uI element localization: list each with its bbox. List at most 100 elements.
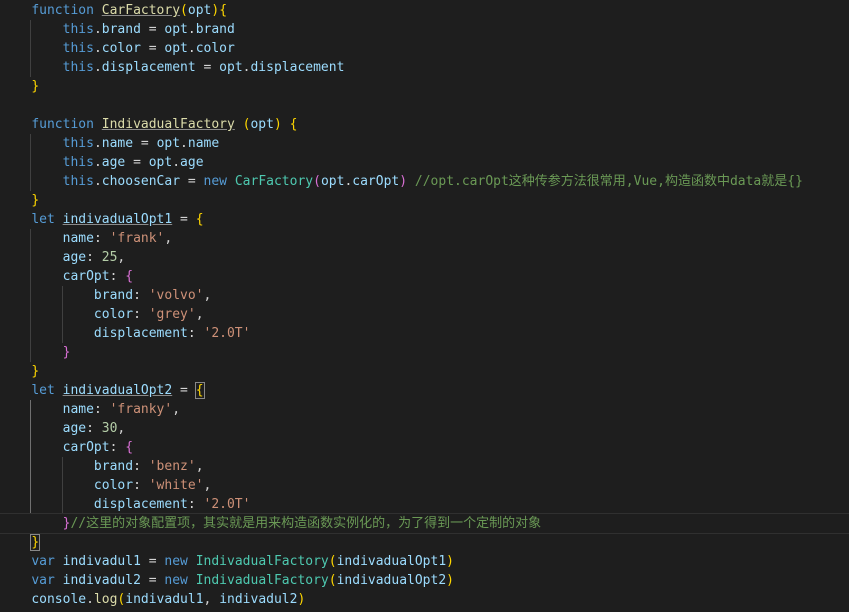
code-token: } [31, 193, 40, 208]
code-token: new [203, 174, 228, 189]
code-line[interactable]: let indivadualOpt1 = { [0, 210, 849, 229]
code-token: . [93, 60, 102, 75]
code-line[interactable]: age: 25, [0, 248, 849, 267]
code-line[interactable]: this.choosenCar = new CarFactory(opt.car… [0, 172, 849, 191]
code-token: : [187, 497, 204, 512]
code-line[interactable]: color: 'white', [0, 476, 849, 495]
code-token: ( [180, 3, 188, 18]
code-token: . [187, 41, 196, 56]
code-token: , [195, 307, 204, 322]
code-token: { [289, 117, 298, 132]
code-token: indivadualOpt2 [336, 573, 447, 588]
code-token: carOpt [62, 440, 110, 455]
code-token: ( [328, 554, 337, 569]
code-line[interactable]: age: 30, [0, 419, 849, 438]
code-line[interactable]: function CarFactory(opt){ [0, 1, 849, 20]
code-line[interactable]: let indivadualOpt2 = { [0, 381, 849, 400]
code-token: , [117, 421, 126, 436]
code-line[interactable]: this.color = opt.color [0, 39, 849, 58]
code-token: : [93, 231, 110, 246]
code-token: { [125, 440, 134, 455]
code-line[interactable]: name: 'franky', [0, 400, 849, 419]
code-token: : [133, 459, 149, 474]
code-text: }//这里的对象配置项，其实就是用来构造函数实例化的，为了得到一个定制的对象 [0, 514, 541, 533]
code-token: . [93, 174, 102, 189]
code-line[interactable]: console.log(indivadul1, indivadul2) [0, 590, 849, 609]
code-line[interactable]: } [0, 362, 849, 381]
code-token: 'benz' [148, 459, 196, 474]
code-line[interactable]: } [0, 191, 849, 210]
code-line[interactable]: var indivadul2 = new IndivadualFactory(i… [0, 571, 849, 590]
code-token: this [62, 41, 94, 56]
code-token: var [31, 554, 55, 569]
code-line-active[interactable]: }//这里的对象配置项，其实就是用来构造函数实例化的，为了得到一个定制的对象 [0, 513, 849, 534]
code-line[interactable]: carOpt: { [0, 267, 849, 286]
code-token: age [62, 421, 87, 436]
code-token: IndivadualFactory [101, 117, 235, 132]
code-line[interactable]: this.name = opt.name [0, 134, 849, 153]
code-text: } [0, 343, 71, 362]
code-token: = [140, 573, 165, 588]
code-token: { [195, 212, 204, 227]
code-line[interactable]: displacement: '2.0T' [0, 324, 849, 343]
code-line[interactable]: } [0, 533, 849, 552]
code-token: 30 [101, 421, 118, 436]
code-token: brand [195, 22, 235, 37]
code-text: this.choosenCar = new CarFactory(opt.car… [0, 172, 803, 191]
code-token: displacement [101, 60, 196, 75]
code-token: displacement [93, 497, 188, 512]
code-editor[interactable]: function CarFactory(opt){ this.brand = o… [0, 0, 849, 612]
code-line[interactable]: this.brand = opt.brand [0, 20, 849, 39]
code-token: . [93, 41, 102, 56]
code-line[interactable]: carOpt: { [0, 438, 849, 457]
code-line[interactable]: brand: 'volvo', [0, 286, 849, 305]
code-line[interactable]: brand: 'benz', [0, 457, 849, 476]
code-token: } [30, 534, 41, 551]
code-token: color [195, 41, 235, 56]
code-token: IndivadualFactory [195, 554, 329, 569]
code-line[interactable]: displacement: '2.0T' [0, 495, 849, 514]
code-line[interactable] [0, 96, 849, 115]
code-token: ) [273, 117, 282, 132]
code-token: : [187, 326, 204, 341]
code-token: opt [187, 3, 212, 18]
code-token: ) [446, 573, 454, 588]
code-token: console [31, 592, 87, 607]
code-line[interactable]: } [0, 77, 849, 96]
code-token: : [133, 288, 149, 303]
code-token: ) [399, 174, 408, 189]
code-text: color: 'grey', [0, 305, 204, 324]
code-token: ( [313, 174, 321, 189]
code-token: indivadul1 [125, 592, 204, 607]
code-token: let [31, 212, 55, 227]
code-token: . [187, 22, 196, 37]
code-line[interactable]: this.age = opt.age [0, 153, 849, 172]
code-token: ) [297, 592, 306, 607]
code-token: log [93, 592, 118, 607]
code-line[interactable]: function IndivadualFactory (opt) { [0, 115, 849, 134]
code-line[interactable]: name: 'frank', [0, 229, 849, 248]
code-line[interactable]: color: 'grey', [0, 305, 849, 324]
code-token: = [180, 174, 204, 189]
code-token: '2.0T' [203, 497, 251, 512]
code-token: , [164, 231, 173, 246]
code-line[interactable]: } [0, 343, 849, 362]
code-text: var indivadul1 = new IndivadualFactory(i… [0, 552, 454, 571]
code-line[interactable]: this.displacement = opt.displacement [0, 58, 849, 77]
code-line[interactable]: var indivadul1 = new IndivadualFactory(i… [0, 552, 849, 571]
